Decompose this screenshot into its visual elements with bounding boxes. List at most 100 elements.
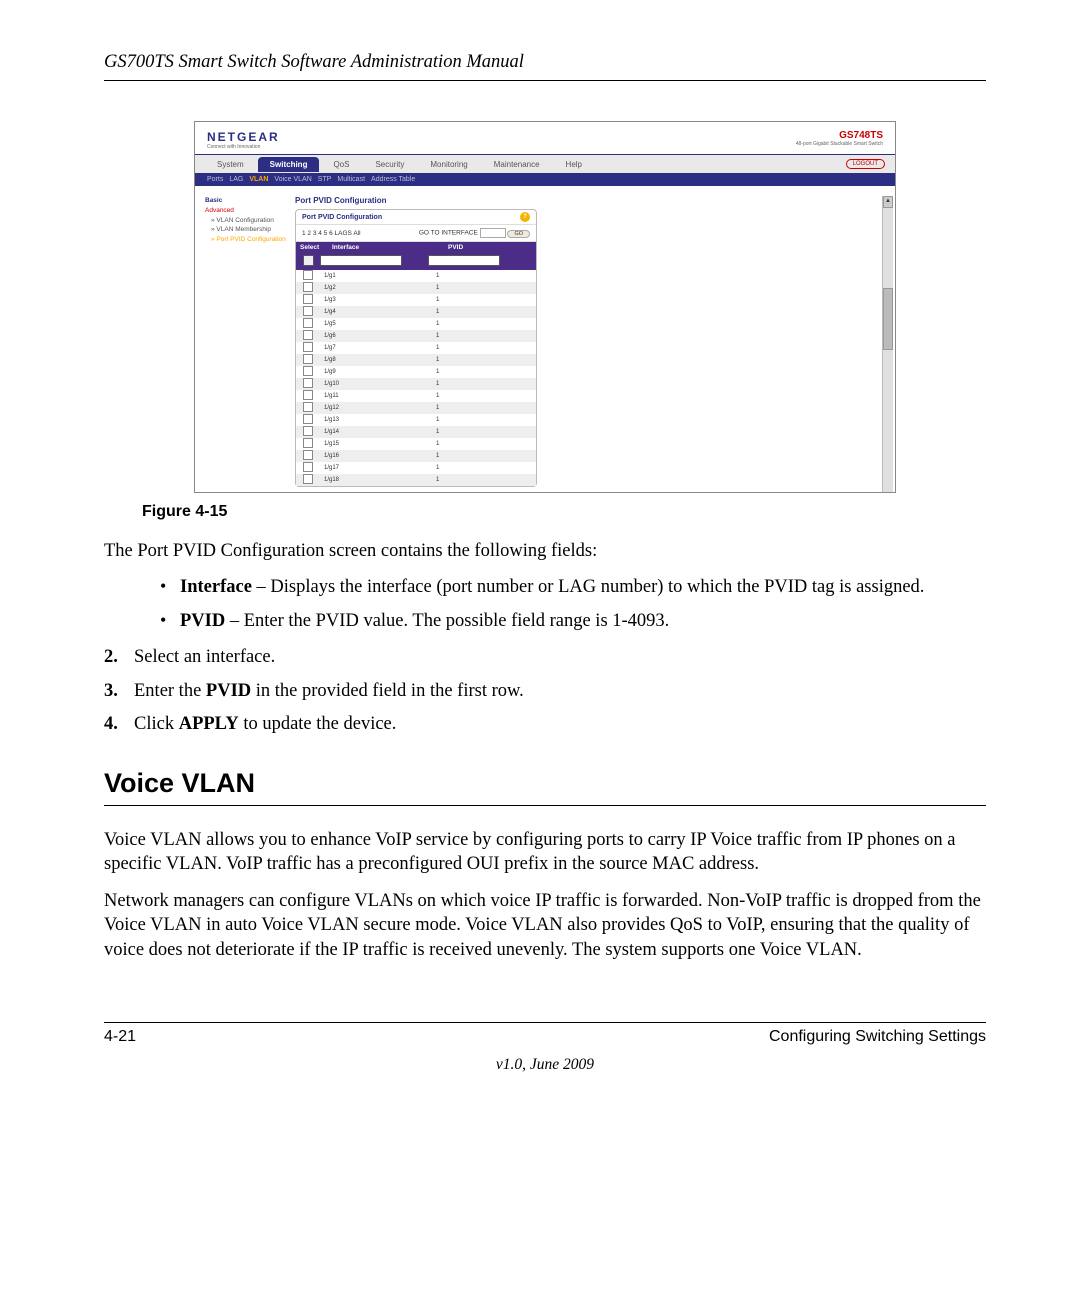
mainmenu-qos[interactable]: QoS	[321, 157, 361, 172]
help-icon[interactable]: ?	[520, 212, 530, 222]
row-checkbox[interactable]	[303, 270, 313, 280]
table-row: 1/g91	[296, 366, 536, 378]
table-row: 1/g111	[296, 390, 536, 402]
table-row: 1/g131	[296, 414, 536, 426]
mainmenu-monitoring[interactable]: Monitoring	[418, 157, 479, 172]
row-interface: 1/g8	[320, 357, 432, 363]
model-tagline: 48-port Gigabit Stackable Smart Switch	[796, 141, 883, 147]
row-checkbox[interactable]	[303, 414, 313, 424]
table-row: 1/g141	[296, 426, 536, 438]
row-pvid: 1	[432, 453, 536, 459]
unit-selector[interactable]: 1 2 3 4 5 6 LAGS All	[302, 230, 361, 237]
row-checkbox[interactable]	[303, 450, 313, 460]
row-checkbox[interactable]	[303, 462, 313, 472]
go-button[interactable]: GO	[507, 230, 530, 238]
submenu-lag[interactable]: LAG	[229, 176, 243, 183]
table-row: 1/g161	[296, 450, 536, 462]
submenu-stp[interactable]: STP	[318, 176, 332, 183]
select-all-checkbox[interactable]	[303, 255, 314, 266]
table-row: 1/g71	[296, 342, 536, 354]
table-row: 1/g31	[296, 294, 536, 306]
submenu-ports[interactable]: Ports	[207, 176, 223, 183]
row-interface: 1/g5	[320, 321, 432, 327]
submenu-voice-vlan[interactable]: Voice VLAN	[274, 176, 311, 183]
side-port-pvid[interactable]: » Port PVID Configuration	[205, 235, 287, 245]
row-checkbox[interactable]	[303, 306, 313, 316]
table-row: 1/g51	[296, 318, 536, 330]
side-vlan-configuration[interactable]: » VLAN Configuration	[205, 216, 287, 226]
submenu-vlan[interactable]: VLAN	[249, 176, 268, 183]
side-basic[interactable]: Basic	[205, 196, 287, 206]
bullet-item: Interface – Displays the interface (port…	[160, 575, 986, 599]
row-checkbox[interactable]	[303, 294, 313, 304]
row-checkbox[interactable]	[303, 342, 313, 352]
row-checkbox[interactable]	[303, 366, 313, 376]
row-pvid: 1	[432, 309, 536, 315]
row-interface: 1/g2	[320, 285, 432, 291]
row-interface: 1/g7	[320, 345, 432, 351]
row-interface: 1/g6	[320, 333, 432, 339]
step-item: 3.Enter the PVID in the provided field i…	[104, 679, 986, 703]
row-interface: 1/g11	[320, 393, 432, 399]
col-pvid: PVID	[444, 242, 536, 253]
mainmenu-maintenance[interactable]: Maintenance	[482, 157, 552, 172]
row-checkbox[interactable]	[303, 330, 313, 340]
model-name: GS748TS	[796, 130, 883, 141]
footer-chapter: Configuring Switching Settings	[769, 1028, 986, 1046]
row-checkbox[interactable]	[303, 474, 313, 484]
mainmenu-security[interactable]: Security	[363, 157, 416, 172]
footer-page-num: 4-21	[104, 1028, 136, 1046]
side-nav: Basic Advanced » VLAN Configuration » VL…	[195, 186, 291, 493]
brand-logo: NETGEAR	[207, 130, 280, 144]
side-vlan-membership[interactable]: » VLAN Membership	[205, 225, 287, 235]
submenu-address-table[interactable]: Address Table	[371, 176, 415, 183]
row-pvid: 1	[432, 285, 536, 291]
row-interface: 1/g1	[320, 273, 432, 279]
footer-version: v1.0, June 2009	[104, 1056, 986, 1074]
mainmenu-switching[interactable]: Switching	[258, 157, 320, 172]
logout-button[interactable]: LOGOUT	[846, 159, 885, 169]
running-head: GS700TS Smart Switch Software Administra…	[104, 52, 986, 81]
row-interface: 1/g3	[320, 297, 432, 303]
intro-text: The Port PVID Configuration screen conta…	[104, 539, 986, 563]
row-pvid: 1	[432, 369, 536, 375]
row-checkbox[interactable]	[303, 438, 313, 448]
submenu-multicast[interactable]: Multicast	[337, 176, 365, 183]
row-checkbox[interactable]	[303, 402, 313, 412]
row-pvid: 1	[432, 417, 536, 423]
row-checkbox[interactable]	[303, 426, 313, 436]
row-pvid: 1	[432, 297, 536, 303]
row-checkbox[interactable]	[303, 354, 313, 364]
row-checkbox[interactable]	[303, 378, 313, 388]
step-list: 2.Select an interface. 3.Enter the PVID i…	[104, 645, 986, 736]
main-menu: SystemSwitchingQoSSecurityMonitoringMain…	[195, 155, 895, 173]
scroll-up-button[interactable]: ▲	[883, 196, 893, 208]
row-checkbox[interactable]	[303, 390, 313, 400]
table-row: 1/g171	[296, 462, 536, 474]
side-advanced[interactable]: Advanced	[205, 206, 287, 216]
step-item: 2.Select an interface.	[104, 645, 986, 669]
row-interface: 1/g10	[320, 381, 432, 387]
brand-tagline: Connect with Innovation	[207, 144, 280, 150]
table-row: 1/g151	[296, 438, 536, 450]
interface-input[interactable]	[320, 255, 402, 266]
goto-interface-input[interactable]	[480, 228, 506, 238]
row-checkbox[interactable]	[303, 282, 313, 292]
pvid-input[interactable]	[428, 255, 500, 266]
row-pvid: 1	[432, 441, 536, 447]
row-pvid: 1	[432, 345, 536, 351]
row-checkbox[interactable]	[303, 318, 313, 328]
row-interface: 1/g16	[320, 453, 432, 459]
row-pvid: 1	[432, 273, 536, 279]
table-row: 1/g81	[296, 354, 536, 366]
mainmenu-help[interactable]: Help	[554, 157, 594, 172]
row-interface: 1/g17	[320, 465, 432, 471]
bullet-item: PVID – Enter the PVID value. The possibl…	[160, 609, 986, 633]
mainmenu-system[interactable]: System	[205, 157, 256, 172]
step-item: 4.Click APPLY to update the device.	[104, 712, 986, 736]
scrollbar[interactable]: ▲	[882, 196, 893, 493]
row-pvid: 1	[432, 405, 536, 411]
table-row: 1/g61	[296, 330, 536, 342]
scroll-thumb[interactable]	[883, 288, 893, 350]
field-bullet-list: Interface – Displays the interface (port…	[104, 575, 986, 633]
